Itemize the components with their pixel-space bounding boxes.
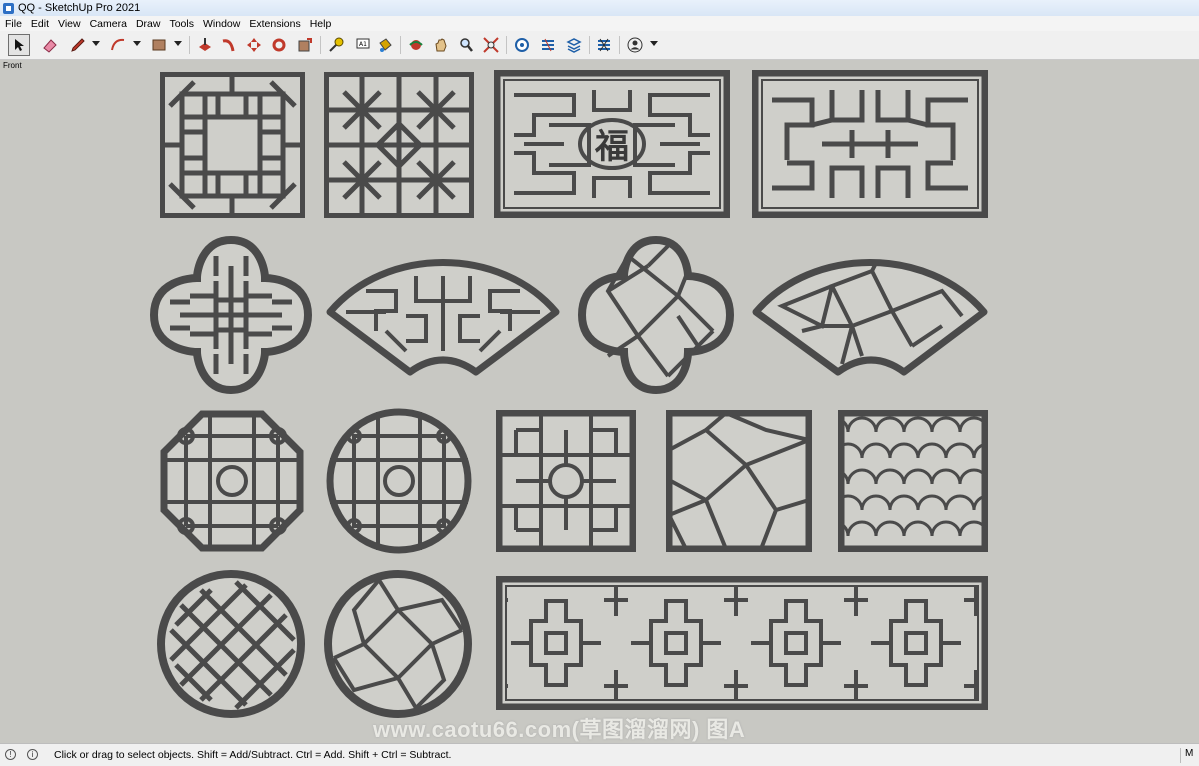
- zoom-extents-tool-button[interactable]: [481, 35, 501, 55]
- text-label-icon: A1: [356, 38, 370, 49]
- move-arrows-icon: [247, 38, 261, 52]
- quatrefoil-ice-crack-panel[interactable]: [578, 236, 734, 394]
- round-lattice-panel[interactable]: [326, 408, 472, 554]
- follow-me-icon: [222, 39, 235, 52]
- text-tool-button[interactable]: A1: [352, 35, 372, 55]
- 3d-warehouse-icon: [515, 38, 529, 52]
- push-pull-icon: [199, 38, 211, 51]
- window-title: QQ - SketchUp Pro 2021: [18, 2, 141, 14]
- paint-bucket-icon: [379, 38, 392, 52]
- square-flower-lattice-panel[interactable]: [496, 410, 636, 552]
- rectangle-icon: [152, 39, 166, 51]
- toolbar-separator: [400, 36, 401, 54]
- arc-tool-dropdown-arrow[interactable]: [133, 41, 141, 46]
- tape-measure-tool-button[interactable]: [326, 35, 346, 55]
- toolbar-separator: [506, 36, 507, 54]
- menu-extensions[interactable]: Extensions: [249, 18, 300, 30]
- move-tool-button[interactable]: [244, 35, 264, 55]
- rotate-tool-button[interactable]: [269, 35, 289, 55]
- extension-warehouse-tool-button[interactable]: [538, 35, 558, 55]
- layers-stack-icon: [566, 38, 582, 53]
- zoom-extents-icon: [483, 37, 499, 53]
- cursor-arrow-icon: [15, 39, 24, 51]
- scale-icon: [298, 38, 312, 52]
- menu-window[interactable]: Window: [203, 18, 240, 30]
- scale-pattern-panel[interactable]: [838, 410, 988, 552]
- magnifier-icon: [460, 38, 473, 52]
- menu-view[interactable]: View: [58, 18, 81, 30]
- menu-draw[interactable]: Draw: [136, 18, 161, 30]
- tape-measure-icon: [329, 37, 344, 52]
- arc-tool-button[interactable]: [108, 35, 128, 55]
- eraser-icon: [43, 39, 57, 53]
- rect-fu-character-panel[interactable]: 福: [494, 70, 730, 218]
- toolbar-separator: [589, 36, 590, 54]
- scale-tool-button[interactable]: [295, 35, 315, 55]
- shape-tool-dropdown-arrow[interactable]: [174, 41, 182, 46]
- measurements-label: M: [1180, 748, 1199, 763]
- fan-ice-crack-panel[interactable]: [752, 256, 988, 376]
- round-ice-crack-panel[interactable]: [324, 570, 472, 718]
- toolbar-separator: [619, 36, 620, 54]
- select-tool-button[interactable]: [8, 34, 30, 56]
- fu-character-icon: 福: [594, 127, 629, 167]
- zoom-tool-button[interactable]: [456, 35, 476, 55]
- menu-bar: File Edit View Camera Draw Tools Window …: [0, 16, 1199, 31]
- eraser-tool-button[interactable]: [40, 35, 60, 55]
- round-diagonal-lattice-panel[interactable]: [156, 570, 306, 718]
- pan-tool-button[interactable]: [431, 35, 451, 55]
- hand-icon: [435, 38, 447, 52]
- shape-tool-button[interactable]: [149, 35, 169, 55]
- layout-tool-button[interactable]: [564, 35, 584, 55]
- toolbar-separator: [320, 36, 321, 54]
- account-dropdown-arrow[interactable]: [650, 41, 658, 46]
- sketchup-app-icon: [3, 2, 14, 14]
- pencil-icon: [71, 38, 85, 52]
- user-account-icon: [627, 37, 643, 53]
- modeling-viewport[interactable]: Front 福 www.caotu66.com(草图溜溜网) 图A: [0, 60, 1199, 743]
- menu-tools[interactable]: Tools: [169, 18, 194, 30]
- warehouse-tool-button[interactable]: [512, 35, 532, 55]
- scene-view-label: Front: [3, 61, 22, 70]
- extension-manager-icon: [598, 38, 610, 52]
- menu-file[interactable]: File: [5, 18, 22, 30]
- rect-lattice-panel[interactable]: [752, 70, 988, 218]
- orbit-tool-button[interactable]: [406, 35, 426, 55]
- status-bar: ! i Click or drag to select objects. Shi…: [0, 743, 1199, 766]
- svg-text:A1: A1: [359, 41, 367, 48]
- orbit-icon: [409, 40, 423, 50]
- extension-warehouse-icon: [542, 38, 554, 52]
- quatrefoil-lattice-panel[interactable]: [150, 236, 312, 394]
- toolbar-separator: [189, 36, 190, 54]
- rect-ice-crack-panel[interactable]: [666, 410, 812, 552]
- title-bar: QQ - SketchUp Pro 2021: [0, 0, 1199, 16]
- square-lattice-panel-2[interactable]: [324, 72, 474, 218]
- arc-icon: [111, 38, 125, 51]
- info-icon[interactable]: i: [27, 749, 38, 760]
- rotate-icon: [272, 38, 286, 52]
- square-lattice-panel-1[interactable]: [160, 72, 305, 218]
- menu-camera[interactable]: Camera: [90, 18, 127, 30]
- long-rect-lattice-panel[interactable]: [496, 576, 988, 710]
- octagon-lattice-panel[interactable]: [160, 410, 304, 552]
- status-message: Click or drag to select objects. Shift =…: [54, 749, 452, 761]
- geo-location-icon[interactable]: !: [5, 749, 16, 760]
- main-toolbar: A1: [0, 31, 1199, 60]
- follow-me-tool-button[interactable]: [219, 35, 239, 55]
- line-tool-button[interactable]: [68, 35, 88, 55]
- paint-bucket-tool-button[interactable]: [375, 35, 395, 55]
- extension-manager-tool-button[interactable]: [594, 35, 614, 55]
- line-tool-dropdown-arrow[interactable]: [92, 41, 100, 46]
- push-pull-tool-button[interactable]: [195, 35, 215, 55]
- account-tool-button[interactable]: [625, 35, 645, 55]
- fan-lattice-panel[interactable]: [326, 256, 560, 376]
- menu-edit[interactable]: Edit: [31, 18, 49, 30]
- watermark-text: www.caotu66.com(草图溜溜网) 图A: [373, 717, 746, 742]
- menu-help[interactable]: Help: [310, 18, 332, 30]
